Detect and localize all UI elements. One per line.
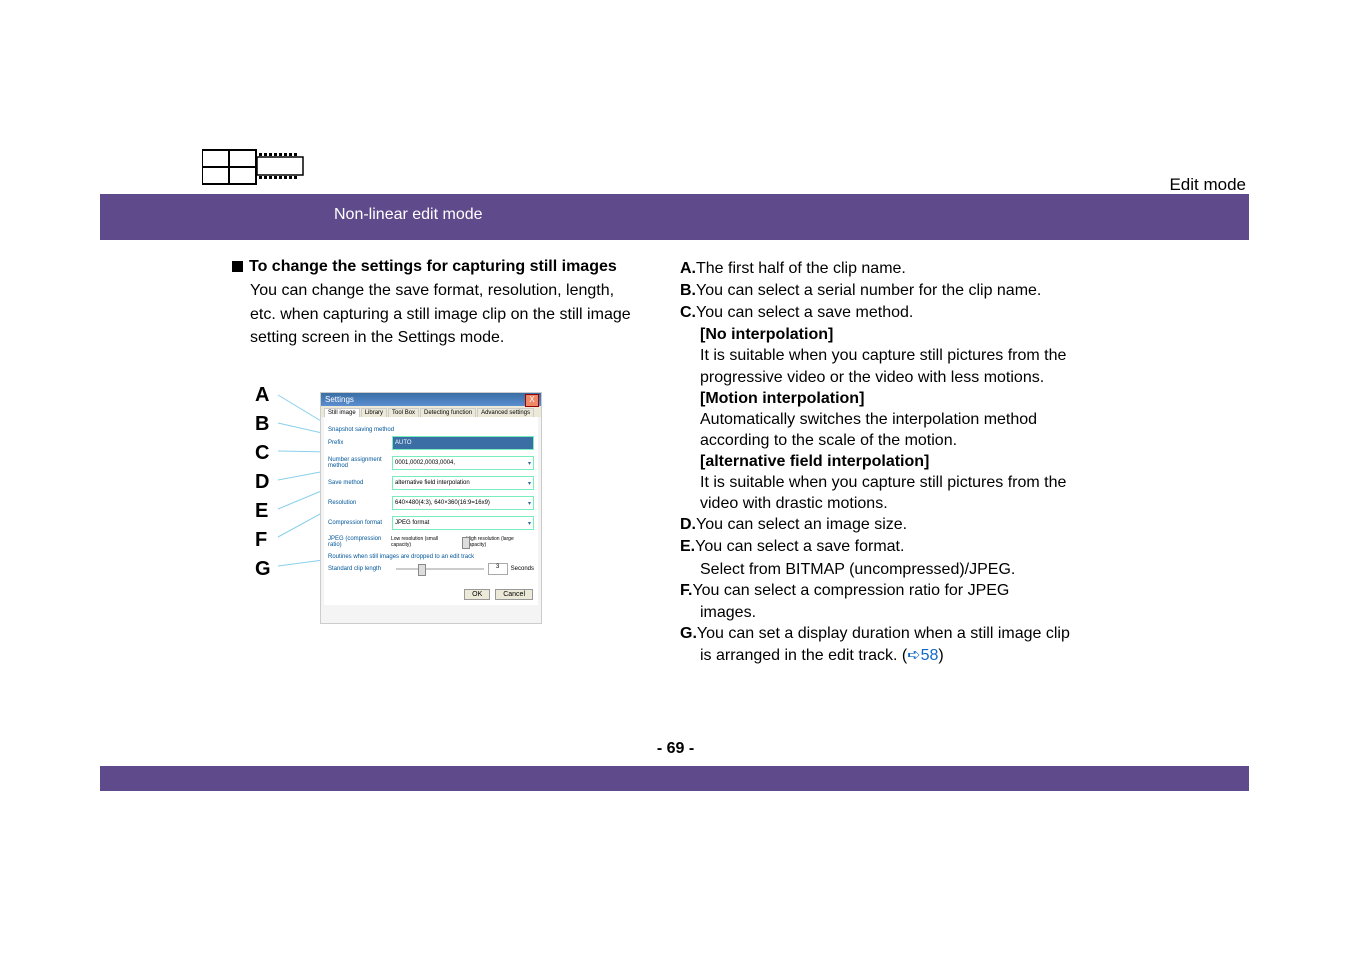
item-a-text: The first half of the clip name. — [696, 260, 906, 277]
dialog-title-text: Settings — [325, 395, 354, 404]
resolution-label: Resolution — [328, 500, 392, 506]
prefix-label: Prefix — [328, 440, 392, 446]
chevron-down-icon: ▾ — [528, 520, 531, 527]
tab-advanced[interactable]: Advanced settings — [477, 408, 534, 417]
dialog-body: Snapshot saving method PrefixAUTO Number… — [324, 417, 538, 605]
left-para-1: You can change the save format, resoluti… — [250, 280, 632, 302]
section-snapshot: Snapshot saving method — [328, 427, 534, 433]
callout-f: F — [255, 530, 271, 550]
chevron-down-icon: ▾ — [528, 500, 531, 507]
jpeg-ratio-label: JPEG (compression ratio) — [328, 536, 391, 548]
item-g-label: G. — [680, 625, 697, 642]
left-column: To change the settings for capturing sti… — [232, 258, 632, 351]
cancel-button[interactable]: Cancel — [495, 589, 533, 600]
right-column: A.The first half of the clip name. B.You… — [680, 258, 1258, 666]
item-d-text: You can select an image size. — [696, 516, 907, 533]
jpeg-low-label: Low resolution (small capacity) — [391, 536, 458, 548]
no-interp-heading: [No interpolation] — [700, 324, 1258, 345]
std-clip-unit: Seconds — [511, 566, 534, 572]
left-para-3: setting screen in the Settings mode. — [250, 327, 632, 349]
section-routines: Routines when still images are dropped t… — [328, 554, 534, 560]
save-method-label: Save method — [328, 480, 392, 486]
footer-bar — [100, 766, 1249, 791]
callout-c: C — [255, 443, 271, 463]
settings-dialog: Settings X Still imageLibraryTool BoxDet… — [320, 392, 542, 624]
callout-a: A — [255, 385, 271, 405]
left-heading-text: To change the settings for capturing sti… — [249, 258, 617, 275]
no-interp-line1: It is suitable when you capture still pi… — [700, 345, 1258, 366]
page-link-58[interactable]: 58 — [921, 647, 939, 664]
tab-library[interactable]: Library — [361, 408, 387, 417]
callout-letters: A B C D E F G — [255, 385, 271, 588]
compression-select[interactable]: JPEG format▾ — [392, 516, 534, 530]
item-f-text: You can select a compression ratio for J… — [692, 582, 1009, 599]
item-g-line2: is arranged in the edit track. (➪58) — [700, 645, 1258, 666]
tab-toolbox[interactable]: Tool Box — [388, 408, 419, 417]
arrow-right-icon: ➪ — [907, 647, 920, 664]
tab-detecting[interactable]: Detecting function — [420, 408, 476, 417]
item-f-sub: images. — [700, 602, 1258, 623]
dialog-titlebar: Settings X — [321, 393, 541, 406]
dialog-tabs: Still imageLibraryTool BoxDetecting func… — [321, 406, 541, 417]
number-select[interactable]: 0001,0002,0003,0004,▾ — [392, 456, 534, 470]
item-c-label: C. — [680, 304, 696, 321]
motion-interp-heading: [Motion interpolation] — [700, 388, 1258, 409]
item-b-label: B. — [680, 282, 696, 299]
jpeg-high-label: High resolution (large capacity) — [466, 536, 534, 548]
item-e-label: E. — [680, 538, 695, 555]
left-para-2: etc. when capturing a still image clip o… — [250, 304, 632, 326]
item-c-text: You can select a save method. — [696, 304, 913, 321]
callout-g: G — [255, 559, 271, 579]
alt-interp-line2: video with drastic motions. — [700, 493, 1258, 514]
std-clip-slider[interactable] — [396, 568, 484, 570]
save-method-select[interactable]: alternative field interpolation▾ — [392, 476, 534, 490]
std-clip-value[interactable]: 3 — [488, 563, 508, 575]
motion-interp-line2: according to the scale of the motion. — [700, 430, 1258, 451]
header-mode-label: Edit mode — [1169, 175, 1246, 195]
alt-interp-line1: It is suitable when you capture still pi… — [700, 472, 1258, 493]
no-interp-line2: progressive video or the video with less… — [700, 367, 1258, 388]
std-clip-label: Standard clip length — [328, 566, 392, 572]
banner-bar — [100, 194, 1249, 240]
dialog-close-button[interactable]: X — [525, 394, 539, 407]
square-bullet-icon — [232, 261, 243, 272]
banner-text: Non-linear edit mode — [334, 206, 483, 224]
item-f-label: F. — [680, 582, 692, 599]
left-heading: To change the settings for capturing sti… — [232, 258, 632, 276]
filmstrip-icon — [202, 142, 307, 197]
item-g-text: You can set a display duration when a st… — [697, 625, 1070, 642]
item-d-label: D. — [680, 516, 696, 533]
callout-b: B — [255, 414, 271, 434]
ok-button[interactable]: OK — [464, 589, 490, 600]
callout-d: D — [255, 472, 271, 492]
item-e-text: You can select a save format. — [695, 538, 904, 555]
chevron-down-icon: ▾ — [528, 460, 531, 467]
tab-still-image[interactable]: Still image — [324, 408, 360, 417]
page-number: - 69 - — [0, 740, 1351, 758]
resolution-select[interactable]: 640×480(4:3), 640×360(16:9=16x9)▾ — [392, 496, 534, 510]
compression-label: Compression format — [328, 520, 392, 526]
alt-interp-heading: [alternative field interpolation] — [700, 451, 1258, 472]
chevron-down-icon: ▾ — [528, 480, 531, 487]
number-label: Number assignment method — [328, 457, 392, 469]
item-b-text: You can select a serial number for the c… — [696, 282, 1041, 299]
item-a-label: A. — [680, 260, 696, 277]
item-e-sub: Select from BITMAP (uncompressed)/JPEG. — [700, 559, 1258, 580]
prefix-input[interactable]: AUTO — [392, 436, 534, 450]
callout-e: E — [255, 501, 271, 521]
motion-interp-line1: Automatically switches the interpolation… — [700, 409, 1258, 430]
